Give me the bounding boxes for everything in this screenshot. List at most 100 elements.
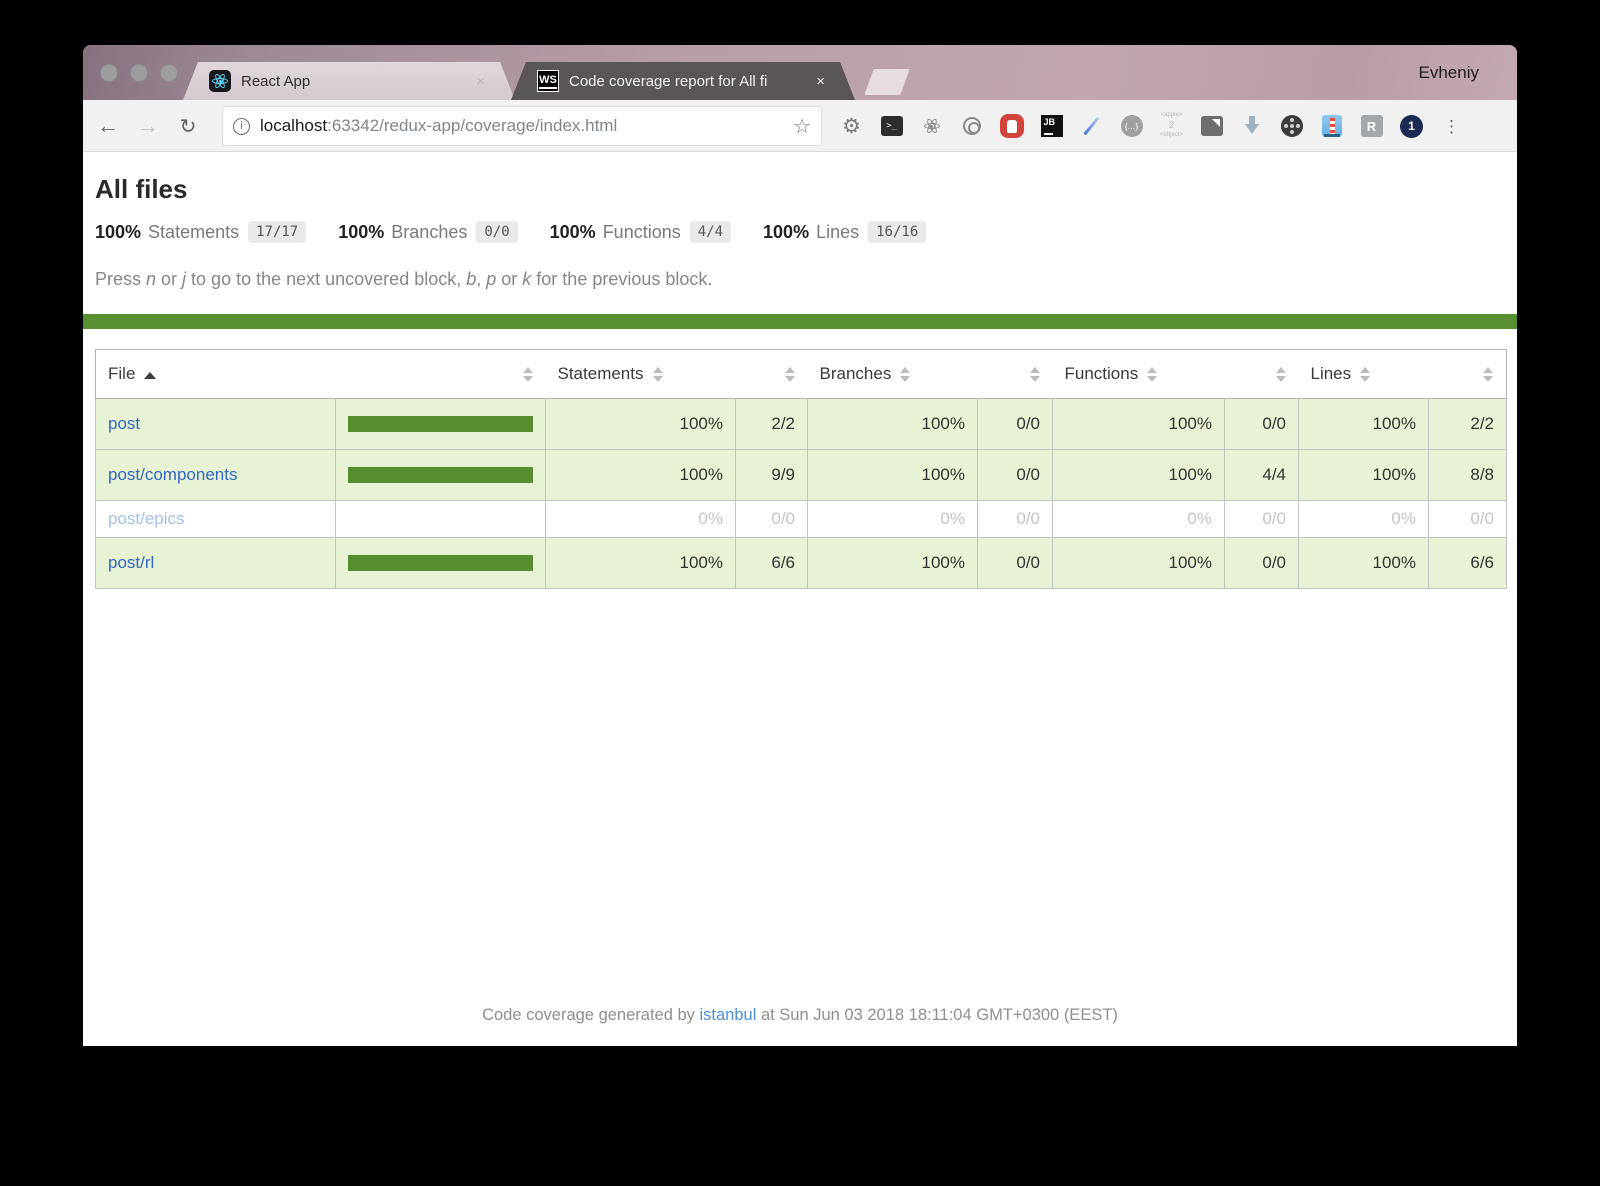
chart-cell (335, 537, 546, 589)
table-row: post/components 100% 9/9 100% 0/0 100% 4… (95, 449, 1507, 501)
download-arrow-icon[interactable] (1238, 113, 1265, 140)
keyboard-hint: Press n or j to go to the next uncovered… (95, 269, 713, 289)
functions-pct: 100% (549, 221, 596, 242)
branches-raw-cell: 0/0 (977, 449, 1053, 501)
film-reel-icon[interactable] (1278, 113, 1305, 140)
file-cell: post (95, 398, 336, 450)
coverage-bar (348, 467, 533, 483)
header-statements[interactable]: Statements (545, 349, 736, 399)
file-link[interactable]: post/epics (108, 509, 185, 528)
tab-title: Code coverage report for All fi (569, 72, 768, 90)
sorter-icon (522, 367, 534, 383)
eyedropper-icon[interactable] (1078, 113, 1105, 140)
functions-pct-cell: 100% (1052, 398, 1225, 450)
functions-pct-cell: 100% (1052, 537, 1225, 589)
address-bar[interactable]: i localhost:63342/redux-app/coverage/ind… (222, 106, 822, 146)
terminal-icon[interactable]: >_ (878, 113, 905, 140)
coverage-status-line (83, 314, 1517, 329)
file-link[interactable]: post (108, 414, 140, 433)
header-functions[interactable]: Functions (1052, 349, 1225, 399)
file-link[interactable]: post/components (108, 465, 237, 484)
tab-title: React App (241, 72, 311, 90)
branches-pct: 100% (338, 221, 385, 242)
lines-pct-cell: 100% (1298, 537, 1429, 589)
functions-label: Functions (602, 221, 681, 242)
header-functions-raw-sorter[interactable] (1224, 349, 1299, 399)
chart-cell (335, 449, 546, 501)
coverage-bar (348, 511, 533, 527)
react-devtools-icon[interactable] (918, 113, 945, 140)
tab-close-icon[interactable]: × (472, 72, 489, 91)
url-text[interactable]: localhost:63342/redux-app/coverage/index… (260, 116, 793, 136)
jetbrains-icon[interactable]: JB (1038, 113, 1065, 140)
bookmark-star-icon[interactable]: ☆ (793, 114, 811, 139)
tab-strip: React App × WS Code coverage report for … (83, 62, 1517, 100)
gear-icon[interactable]: ⚙ (838, 113, 865, 140)
file-cell: post/epics (95, 500, 336, 538)
lines-pct-cell: 100% (1298, 449, 1429, 501)
functions-raw-cell: 0/0 (1224, 500, 1299, 538)
one-badge-icon[interactable]: 1 (1398, 113, 1425, 140)
braces-icon[interactable]: {…} (1118, 113, 1145, 140)
header-lines-raw-sorter[interactable] (1428, 349, 1507, 399)
r-square-icon[interactable]: R (1358, 113, 1385, 140)
header-branches-raw-sorter[interactable] (977, 349, 1053, 399)
lines-raw-cell: 6/6 (1428, 537, 1507, 589)
branches-pct-cell: 0% (807, 500, 978, 538)
header-statements-raw-sorter[interactable] (735, 349, 808, 399)
statements-raw-cell: 0/0 (735, 500, 808, 538)
coverage-report-page: All files 100% Statements 17/17 100% Bra… (83, 152, 1517, 1045)
cast-icon[interactable] (1198, 113, 1225, 140)
branches-pct-cell: 100% (807, 449, 978, 501)
header-chart-sorter[interactable] (335, 349, 546, 399)
lines-label: Lines (816, 221, 860, 242)
functions-pct-cell: 100% (1052, 449, 1225, 501)
apple-object-icon[interactable]: <apple> 2 <object> (1158, 112, 1185, 140)
lines-fraction-badge: 16/16 (868, 221, 927, 243)
table-header-row: File Statements Branches Functions Lines (95, 349, 1507, 399)
branches-pct-cell: 100% (807, 537, 978, 589)
summary-lines: 100% Lines 16/16 (763, 221, 927, 243)
header-branches[interactable]: Branches (807, 349, 978, 399)
sorter-icon (1360, 367, 1371, 383)
file-cell: post/components (95, 449, 336, 501)
istanbul-link[interactable]: istanbul (699, 1006, 756, 1024)
summary-branches: 100% Branches 0/0 (338, 221, 518, 243)
lines-raw-cell: 2/2 (1428, 398, 1507, 450)
browser-toolbar: ← → ↻ i localhost:63342/redux-app/covera… (83, 100, 1517, 152)
table-row: post/rl 100% 6/6 100% 0/0 100% 0/0 100% … (95, 537, 1507, 589)
header-file[interactable]: File (95, 349, 336, 399)
coverage-table: File Statements Branches Functions Lines… (95, 349, 1507, 589)
browser-menu-icon[interactable]: ⋮ (1438, 113, 1465, 140)
new-tab-button[interactable] (864, 69, 910, 95)
page-info-icon[interactable]: i (233, 117, 250, 135)
statements-pct-cell: 100% (545, 537, 736, 589)
chart-cell (335, 500, 546, 538)
lines-pct-cell: 0% (1298, 500, 1429, 538)
url-host: localhost (260, 116, 328, 135)
sorter-icon (784, 367, 796, 383)
back-icon[interactable]: ← (91, 100, 125, 152)
statements-pct: 100% (95, 221, 142, 242)
stop-hand-icon[interactable] (998, 113, 1025, 140)
tab-react-app[interactable]: React App × (183, 62, 515, 100)
file-link[interactable]: post/rl (108, 553, 154, 572)
tab-close-icon[interactable]: × (812, 72, 829, 91)
reload-icon[interactable]: ↻ (171, 100, 205, 152)
functions-fraction-badge: 4/4 (689, 221, 732, 243)
functions-pct-cell: 0% (1052, 500, 1225, 538)
webstorm-favicon-icon: WS (537, 70, 559, 92)
chart-cell (335, 398, 546, 450)
table-row: post 100% 2/2 100% 0/0 100% 0/0 100% 2/2 (95, 398, 1507, 450)
summary-statements: 100% Statements 17/17 (95, 221, 307, 243)
rings-icon[interactable] (958, 113, 985, 140)
extension-row: ⚙ >_ JB {…} <apple> 2 <object> R 1 ⋮ (838, 100, 1465, 152)
lines-raw-cell: 0/0 (1428, 500, 1507, 538)
forward-icon[interactable]: → (131, 100, 165, 152)
branches-raw-cell: 0/0 (977, 500, 1053, 538)
tab-coverage-report[interactable]: WS Code coverage report for All fi × (511, 62, 855, 100)
footer-timestamp: at Sun Jun 03 2018 18:11:04 GMT+0300 (EE… (756, 1006, 1118, 1024)
lighthouse-icon[interactable] (1318, 113, 1345, 140)
header-lines[interactable]: Lines (1298, 349, 1429, 399)
sorter-icon (1483, 367, 1494, 383)
